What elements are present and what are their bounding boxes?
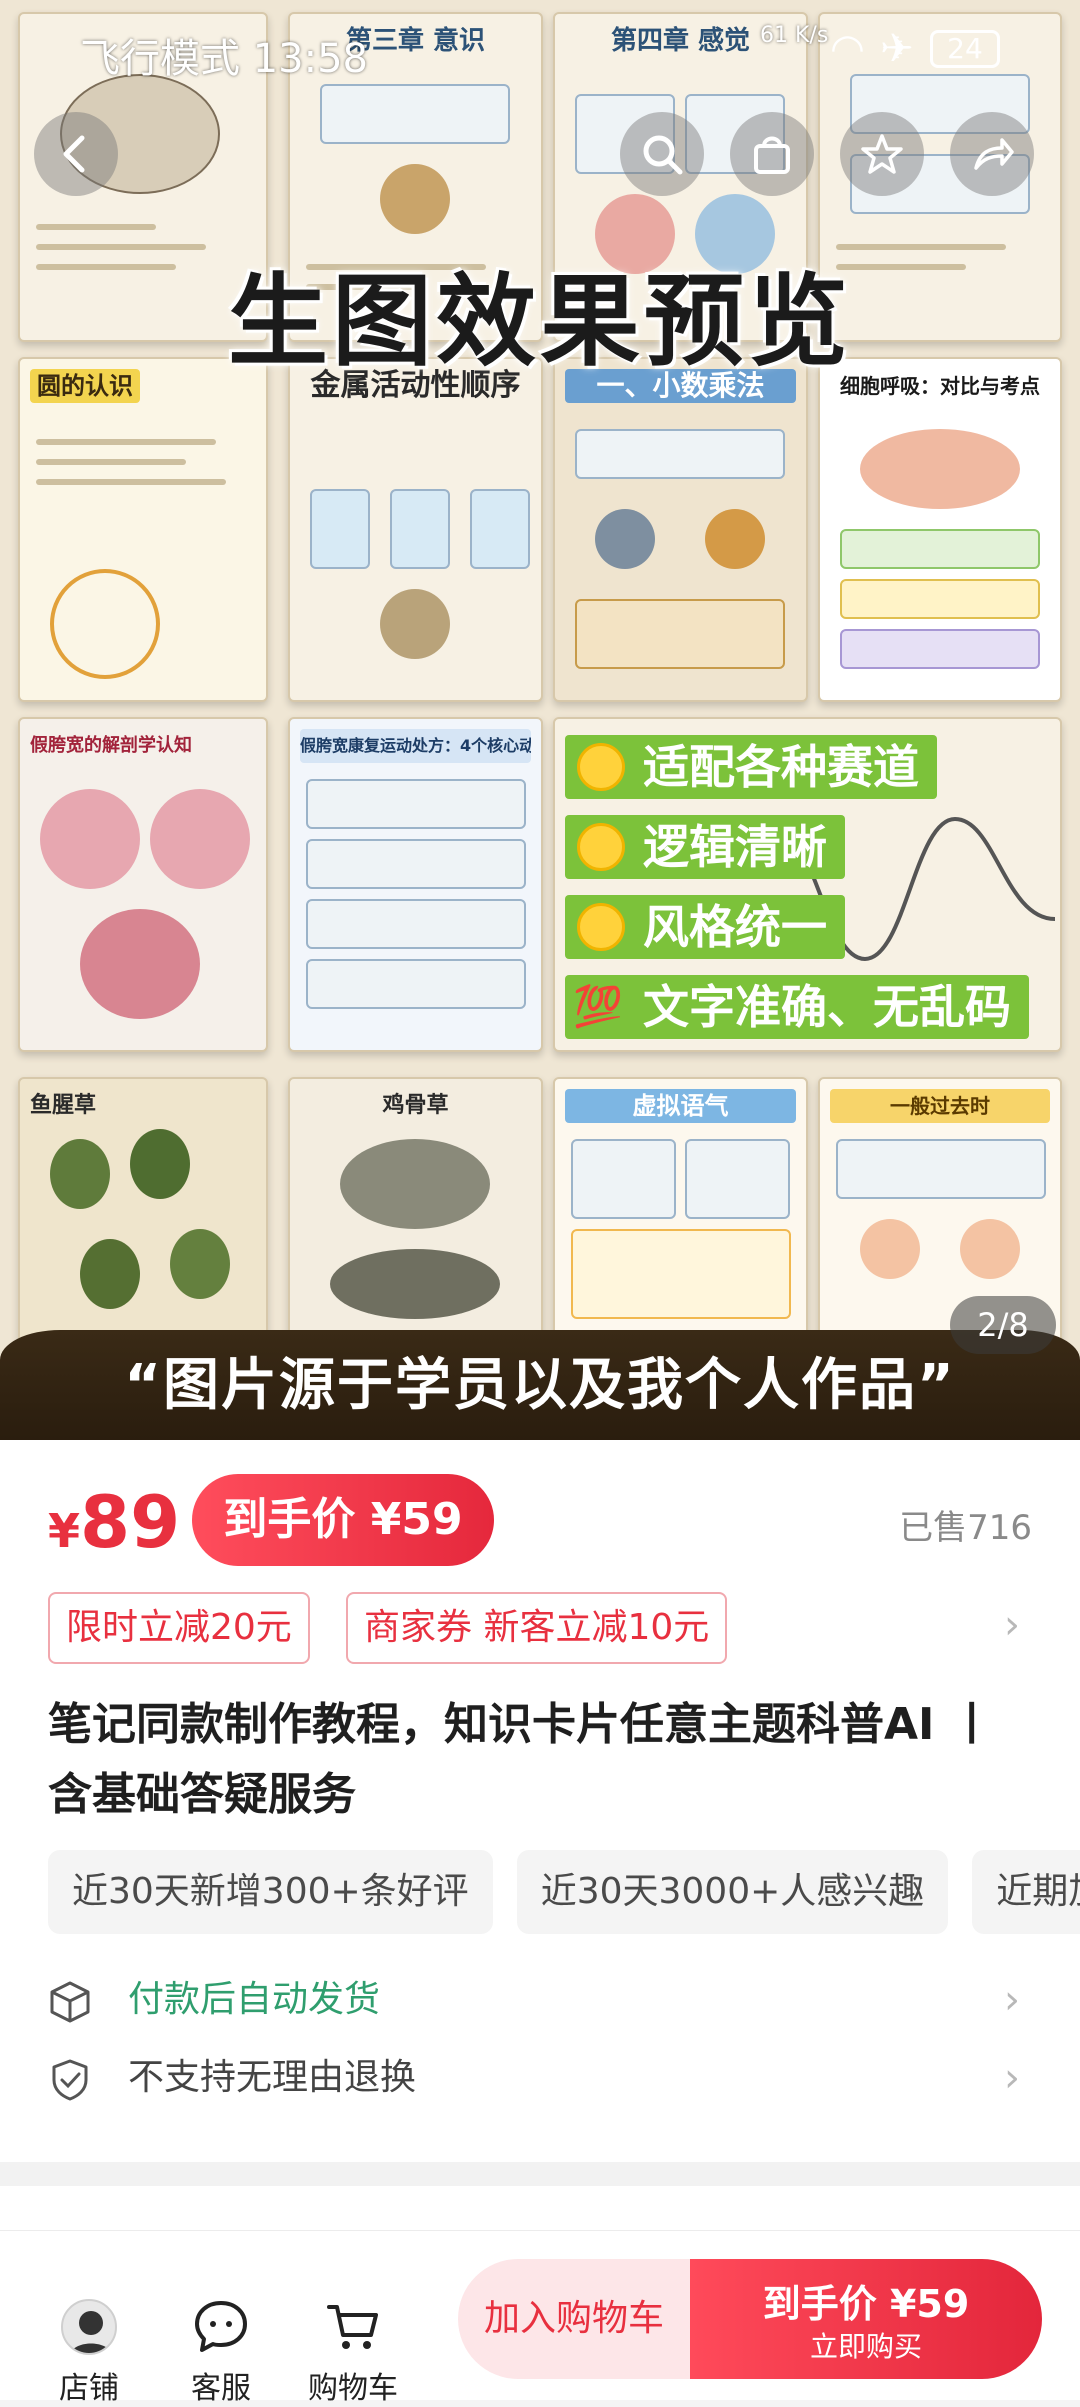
product-info: ¥89 到手价 ¥59 已售716 限时立减20元 商家券 新客立减10元 › … (0, 1440, 1080, 2162)
card-title: 鱼腥草 (30, 1093, 97, 1118)
chevron-right-icon: › (1004, 1977, 1020, 2023)
preview-card: 一、小数乘法 (553, 357, 808, 702)
feature-badge: 适配各种赛道 (565, 735, 937, 799)
original-price: ¥89 (48, 1480, 181, 1564)
yellow-dot-icon (577, 823, 625, 871)
star-icon (861, 134, 903, 174)
service-label: 客服 (191, 2371, 251, 2406)
service-text: 付款后自动发货 (128, 1979, 381, 2020)
sold-count: 已售716 (899, 1508, 1032, 1548)
next-section-edge (0, 2186, 1080, 2230)
feature-badge: 💯 文字准确、无乱码 (565, 975, 1029, 1039)
buy-price-label: 到手价 ¥59 (762, 2282, 970, 2326)
buy-now-label: 立即购买 (809, 2330, 922, 2363)
card-title: 假胯宽康复运动处方：4个核心动作 (300, 729, 531, 763)
shop-button[interactable] (730, 112, 814, 196)
share-icon (974, 138, 1014, 170)
battery-icon: 24 (930, 30, 1000, 68)
preview-card: 鸡骨草 (288, 1077, 543, 1347)
add-to-cart-button[interactable]: 加入购物车 (458, 2259, 690, 2379)
share-button[interactable] (950, 112, 1034, 196)
yellow-dot-icon (577, 903, 625, 951)
bottom-action-bar: 店铺 客服 购物车 加入购物车 到手价 ¥59 立即购买 (0, 2230, 1080, 2406)
preview-card: 圆的认识 (18, 357, 268, 702)
chevron-left-icon (63, 135, 85, 173)
back-button[interactable] (34, 112, 118, 196)
shop-label: 店铺 (59, 2371, 119, 2406)
highlight-tag: 近30天3000+人感兴趣 (516, 1850, 949, 1934)
shop-avatar (61, 2299, 117, 2355)
favorite-button[interactable] (840, 112, 924, 196)
preview-card: 假胯宽康复运动处方：4个核心动作 (288, 717, 543, 1052)
product-image-carousel[interactable]: 第三章 意识 第四章 感觉 圆的认识 金属活动性顺序 一、小数乘法 细胞呼吸：对… (0, 0, 1080, 1440)
preview-card: 鱼腥草 (18, 1077, 268, 1347)
preview-card: 金属活动性顺序 (288, 357, 543, 702)
preview-collage: 第三章 意识 第四章 感觉 圆的认识 金属活动性顺序 一、小数乘法 细胞呼吸：对… (18, 12, 1062, 1347)
status-bar: 飞行模式 13:58 61 K/s ◠ ✈ 24 (0, 20, 1080, 82)
hero-title: 生图效果预览 (228, 263, 852, 380)
hundred-points-icon: 💯 (573, 984, 623, 1030)
service-text: 不支持无理由退换 (128, 2057, 417, 2098)
bag-icon (754, 136, 790, 174)
preview-card: 假胯宽的解剖学认知 (18, 717, 268, 1052)
coupon-limited[interactable]: 限时立减20元 (48, 1592, 310, 1664)
image-pager: 2/8 (950, 1296, 1056, 1354)
wifi-icon: ◠ (830, 26, 865, 72)
chevron-right-icon: › (1004, 2055, 1020, 2101)
box-icon (50, 1981, 90, 2023)
product-title: 笔记同款制作教程，知识卡片任意主题科普AI 丨含基础答疑服务 (48, 1699, 994, 1820)
final-price-pill: 到手价 ¥59 (192, 1474, 494, 1566)
chat-bubble-icon (195, 2301, 247, 2352)
card-title: 一般过去时 (830, 1089, 1050, 1123)
image-source-quote: “图片源于学员以及我个人作品” (124, 1353, 956, 1418)
shield-check-icon (52, 2059, 88, 2101)
cart-label: 购物车 (308, 2371, 398, 2406)
network-speed: 61 K/s (760, 23, 829, 48)
preview-card: 细胞呼吸：对比与考点 (818, 357, 1062, 702)
feature-badge: 风格统一 (565, 895, 845, 959)
cart-icon (327, 2305, 378, 2349)
chevron-right-icon[interactable]: › (1004, 1602, 1020, 1648)
card-title: 假胯宽的解剖学认知 (30, 735, 192, 756)
search-icon (643, 135, 683, 175)
feature-badge: 逻辑清晰 (565, 815, 845, 879)
highlight-tags: 近30天新增300+条好评近30天3000+人感兴趣近期加购 (48, 1850, 1080, 1934)
service-row-delivery[interactable]: 付款后自动发货 › (48, 1970, 1032, 2030)
buy-now-button[interactable]: 到手价 ¥59 立即购买 (690, 2259, 1042, 2379)
status-time: 飞行模式 13:58 (80, 36, 368, 82)
feature-list: 适配各种赛道 逻辑清晰 风格统一 💯 文字准确、无乱码 (565, 735, 1029, 1055)
highlight-tag: 近30天新增300+条好评 (48, 1850, 493, 1934)
section-divider (0, 2162, 1080, 2186)
highlight-tag: 近期加购 (972, 1850, 1080, 1934)
airplane-icon: ✈ (880, 26, 914, 72)
search-button[interactable] (620, 112, 704, 196)
yellow-dot-icon (577, 743, 625, 791)
card-title: 鸡骨草 (382, 1093, 449, 1118)
service-row-return[interactable]: 不支持无理由退换 › (48, 2048, 1032, 2108)
card-title: 虚拟语气 (565, 1089, 796, 1123)
preview-card: 虚拟语气 (553, 1077, 808, 1347)
coupon-merchant[interactable]: 商家券 新客立减10元 (346, 1592, 728, 1664)
